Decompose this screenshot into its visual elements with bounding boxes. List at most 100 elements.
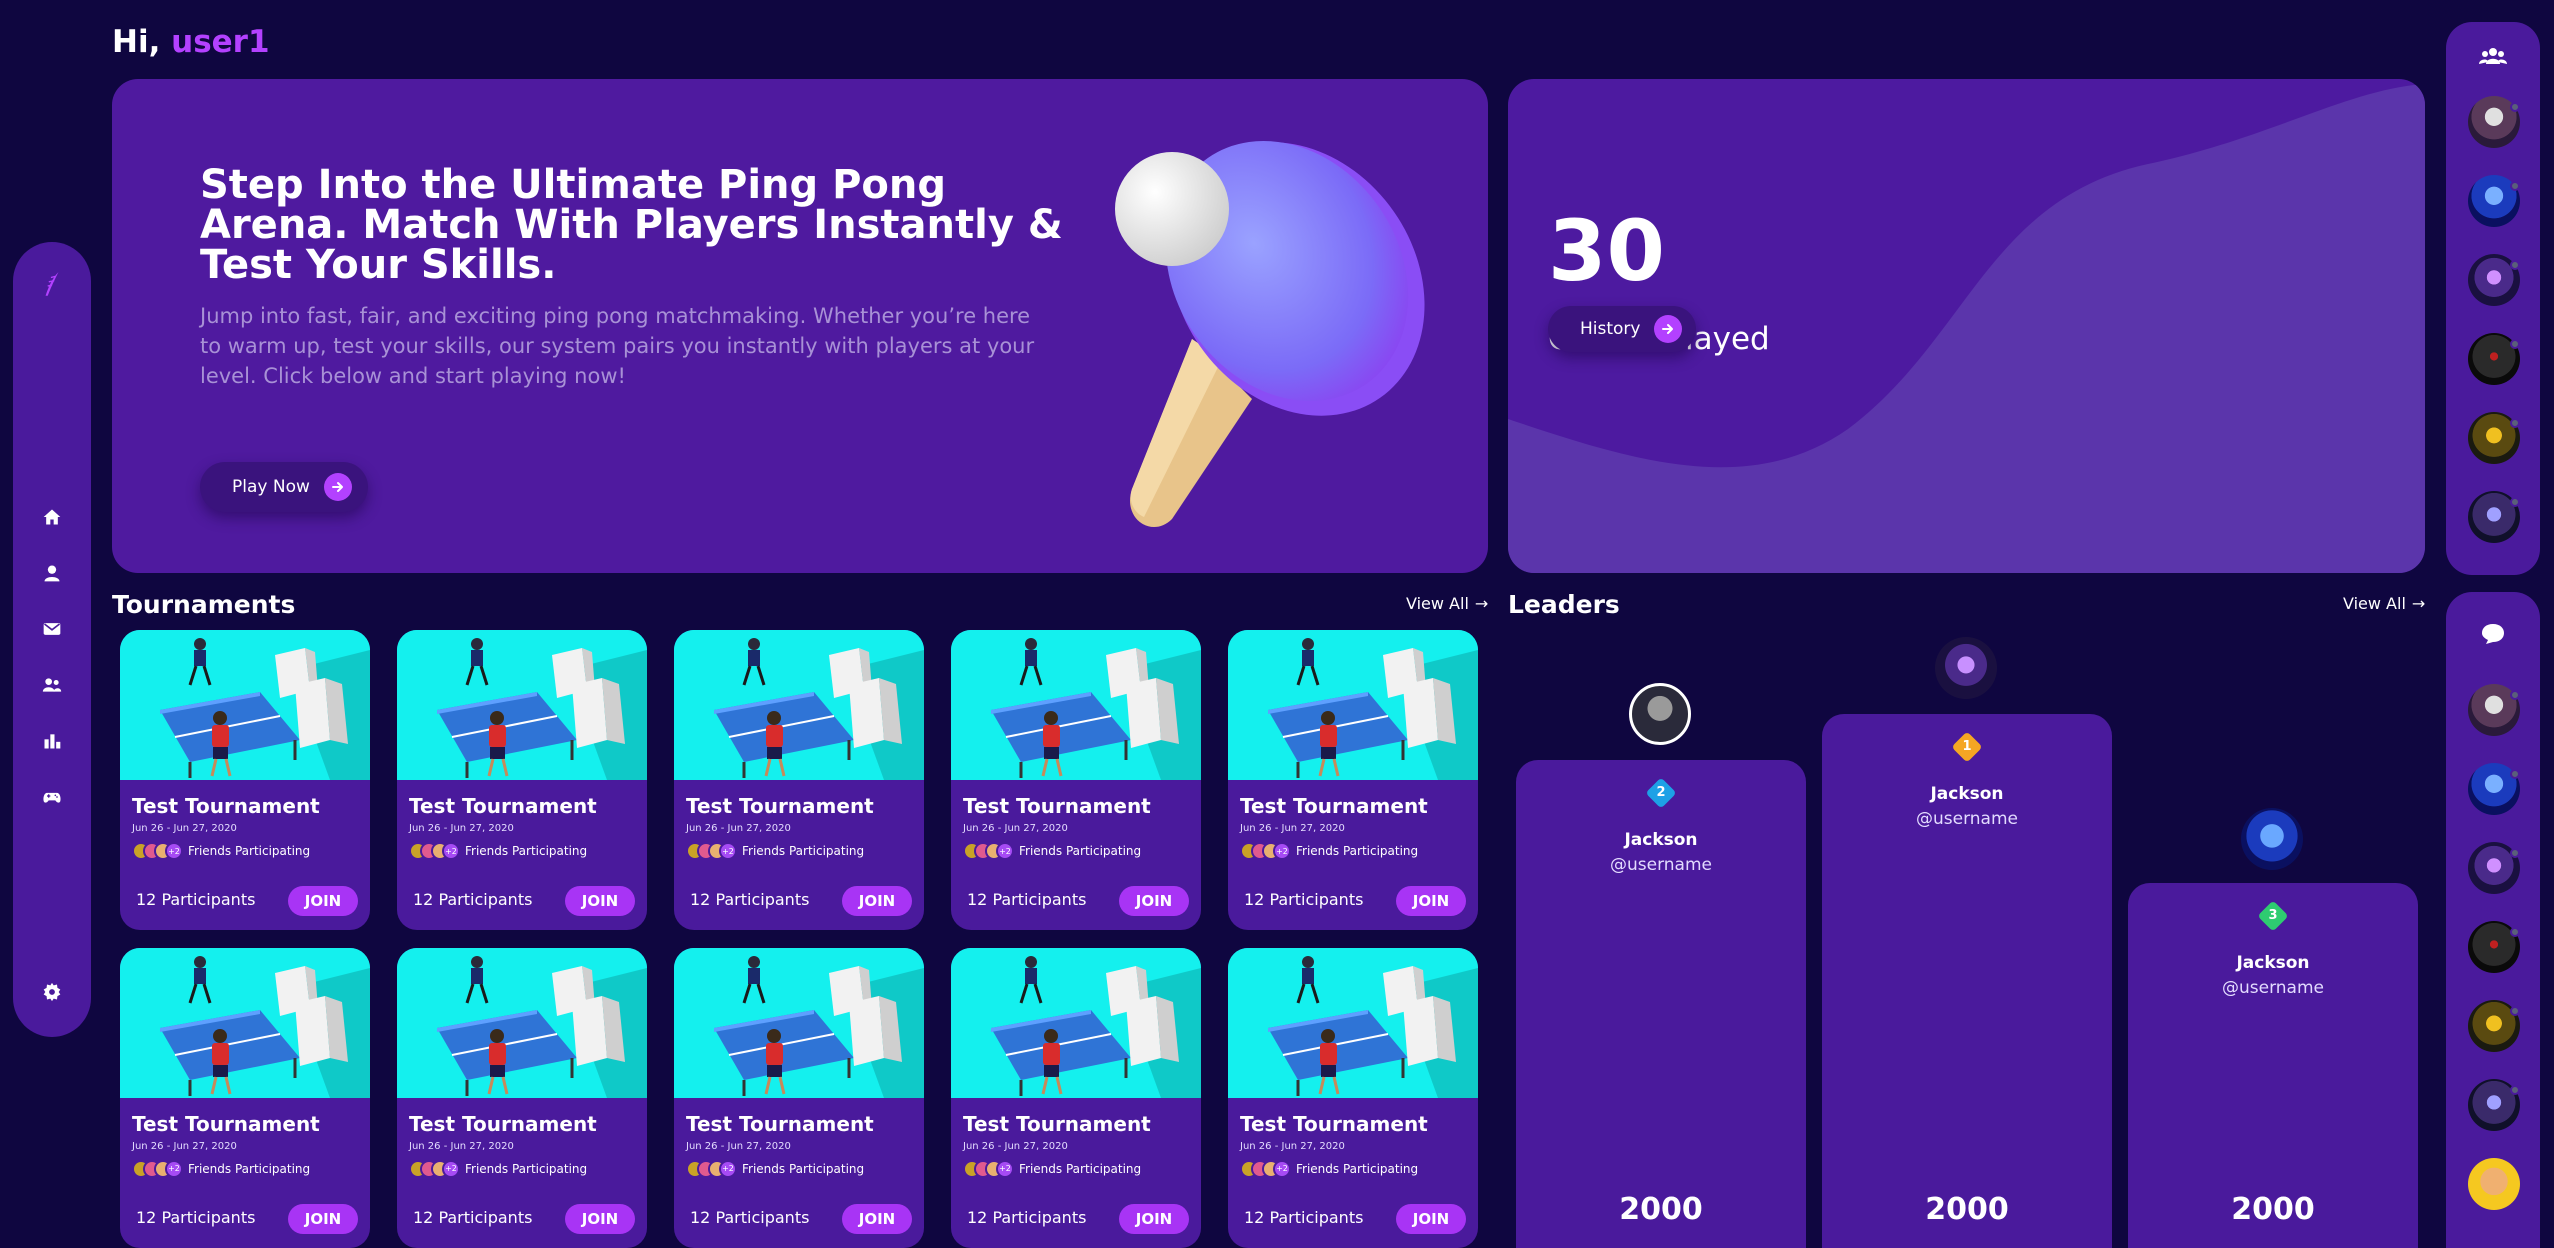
- friends-participating: +2 Friends Participating: [686, 842, 864, 860]
- settings-icon[interactable]: [39, 979, 65, 1005]
- leader-avatar-1[interactable]: [1935, 637, 1997, 699]
- join-button[interactable]: JOIN: [1119, 1203, 1189, 1234]
- hero-title: Step Into the Ultimate Ping Pong Arena. …: [200, 162, 1063, 288]
- play-now-label: Play Now: [232, 477, 310, 497]
- ping-pong-players-illustration: [1228, 947, 1478, 1098]
- history-button[interactable]: History: [1548, 306, 1697, 352]
- ping-pong-players-illustration: [1228, 630, 1478, 780]
- join-button[interactable]: JOIN: [288, 886, 358, 916]
- more-friends-badge: +2: [996, 1159, 1014, 1178]
- app-logo-icon[interactable]: [39, 272, 65, 298]
- tournament-title: Test Tournament: [686, 1111, 874, 1136]
- join-button[interactable]: JOIN: [842, 1203, 912, 1234]
- tournament-date: Jun 26 - Jun 27, 2020: [963, 823, 1068, 834]
- participants-count: 12 Participants: [1244, 890, 1364, 909]
- friends-participating: +2 Friends Participating: [1240, 842, 1418, 860]
- more-friends-badge: +2: [719, 1159, 737, 1178]
- tournament-card[interactable]: Test Tournament Jun 26 - Jun 27, 2020 +2…: [951, 947, 1201, 1248]
- podium-third: 3 Jackson @username 2000: [2128, 883, 2418, 1248]
- view-all-label: View All: [2343, 594, 2406, 613]
- tournaments-title: Tournaments: [112, 590, 296, 619]
- profile-icon[interactable]: [39, 560, 65, 586]
- more-friends-badge: +2: [1273, 842, 1291, 860]
- join-button[interactable]: JOIN: [565, 886, 635, 916]
- friends-participating: +2 Friends Participating: [409, 842, 587, 860]
- chat-icon[interactable]: [2479, 622, 2507, 646]
- podium-second: 2 Jackson @username 2000: [1516, 760, 1806, 1248]
- ping-pong-players-illustration: [397, 630, 647, 780]
- tournament-title: Test Tournament: [409, 1111, 597, 1136]
- participants-count: 12 Participants: [136, 890, 256, 909]
- participants-count: 12 Participants: [967, 1207, 1087, 1227]
- join-button[interactable]: JOIN: [1396, 886, 1466, 916]
- friend-avatars: +2: [1240, 1159, 1291, 1178]
- tournament-date: Jun 26 - Jun 27, 2020: [409, 823, 514, 834]
- greeting-prefix: Hi,: [112, 24, 172, 60]
- tournament-image: [120, 630, 370, 780]
- leader-avatar-2[interactable]: [1629, 683, 1691, 745]
- hero-banner: Step Into the Ultimate Ping Pong Arena. …: [112, 79, 1488, 573]
- friends-participating-label: Friends Participating: [188, 1161, 311, 1176]
- chats-panel: [2446, 592, 2540, 1248]
- join-button[interactable]: JOIN: [1396, 1203, 1466, 1234]
- participants-count: 12 Participants: [690, 1207, 810, 1227]
- leaderboard-icon[interactable]: [39, 728, 65, 754]
- leader-avatar-3[interactable]: [2241, 808, 2303, 870]
- leaders-title: Leaders: [1508, 590, 1620, 619]
- join-button[interactable]: JOIN: [288, 1203, 358, 1234]
- friends-panel: [2446, 22, 2540, 575]
- friend-avatars: +2: [686, 1159, 737, 1178]
- avatar[interactable]: [2468, 1158, 2520, 1210]
- arrow-right-icon: →: [2411, 594, 2426, 613]
- play-now-button[interactable]: Play Now: [200, 462, 368, 512]
- participants-count: 12 Participants: [413, 890, 533, 909]
- tournament-card[interactable]: Test Tournament Jun 26 - Jun 27, 2020 +2…: [397, 947, 647, 1248]
- game-controller-icon[interactable]: [39, 784, 65, 810]
- group-icon[interactable]: [2479, 44, 2507, 68]
- friend-avatars: +2: [963, 1159, 1014, 1178]
- participants-count: 12 Participants: [136, 1207, 256, 1227]
- participants-count: 12 Participants: [413, 1207, 533, 1227]
- tournament-card[interactable]: Test Tournament Jun 26 - Jun 27, 2020 +2…: [951, 630, 1201, 930]
- history-label: History: [1580, 319, 1641, 339]
- mail-icon[interactable]: [39, 616, 65, 642]
- more-friends-badge: +2: [442, 842, 460, 860]
- friends-participating-label: Friends Participating: [1019, 1161, 1142, 1176]
- tournament-card[interactable]: Test Tournament Jun 26 - Jun 27, 2020 +2…: [1228, 947, 1478, 1248]
- friends-participating: +2 Friends Participating: [1240, 1159, 1418, 1178]
- tournaments-view-all-link[interactable]: View All →: [1406, 594, 1488, 613]
- join-button[interactable]: JOIN: [1119, 886, 1189, 916]
- tournament-card[interactable]: Test Tournament Jun 26 - Jun 27, 2020 +2…: [397, 630, 647, 930]
- friends-participating-label: Friends Participating: [1019, 844, 1142, 858]
- tournament-card[interactable]: Test Tournament Jun 26 - Jun 27, 2020 +2…: [674, 630, 924, 930]
- status-dot: [2510, 418, 2520, 428]
- left-nav-rail: [13, 242, 91, 1037]
- ping-pong-players-illustration: [397, 947, 647, 1098]
- participants-count: 12 Participants: [690, 890, 810, 909]
- rank-number: 1: [1962, 739, 1972, 754]
- join-button[interactable]: JOIN: [842, 886, 912, 916]
- participants-count: 12 Participants: [1244, 1207, 1364, 1227]
- arrow-right-icon: [1654, 315, 1683, 343]
- join-button[interactable]: JOIN: [565, 1203, 635, 1234]
- leader-name: Jackson: [1930, 784, 2004, 804]
- more-friends-badge: +2: [165, 842, 183, 860]
- friends-participating: +2 Friends Participating: [409, 1159, 588, 1178]
- tournament-title: Test Tournament: [132, 1111, 320, 1136]
- tournament-card[interactable]: Test Tournament Jun 26 - Jun 27, 2020 +2…: [120, 947, 370, 1248]
- home-icon[interactable]: [39, 504, 65, 530]
- more-friends-badge: +2: [442, 1159, 460, 1178]
- tournament-date: Jun 26 - Jun 27, 2020: [963, 1140, 1068, 1152]
- tournament-card[interactable]: Test Tournament Jun 26 - Jun 27, 2020 +2…: [674, 947, 924, 1248]
- tournament-title: Test Tournament: [1240, 1111, 1428, 1136]
- ping-pong-players-illustration: [120, 947, 370, 1098]
- friends-icon[interactable]: [39, 672, 65, 698]
- leaders-view-all-link[interactable]: View All →: [2343, 594, 2425, 613]
- more-friends-badge: +2: [1273, 1159, 1291, 1178]
- greeting: Hi, user1: [112, 24, 270, 60]
- tournament-card[interactable]: Test Tournament Jun 26 - Jun 27, 2020 +2…: [120, 630, 370, 930]
- leader-score: 2000: [1925, 1192, 2009, 1227]
- games-played-card: 30 Games Played History: [1508, 79, 2425, 573]
- tournament-card[interactable]: Test Tournament Jun 26 - Jun 27, 2020 +2…: [1228, 630, 1478, 930]
- friends-participating-label: Friends Participating: [465, 1161, 588, 1176]
